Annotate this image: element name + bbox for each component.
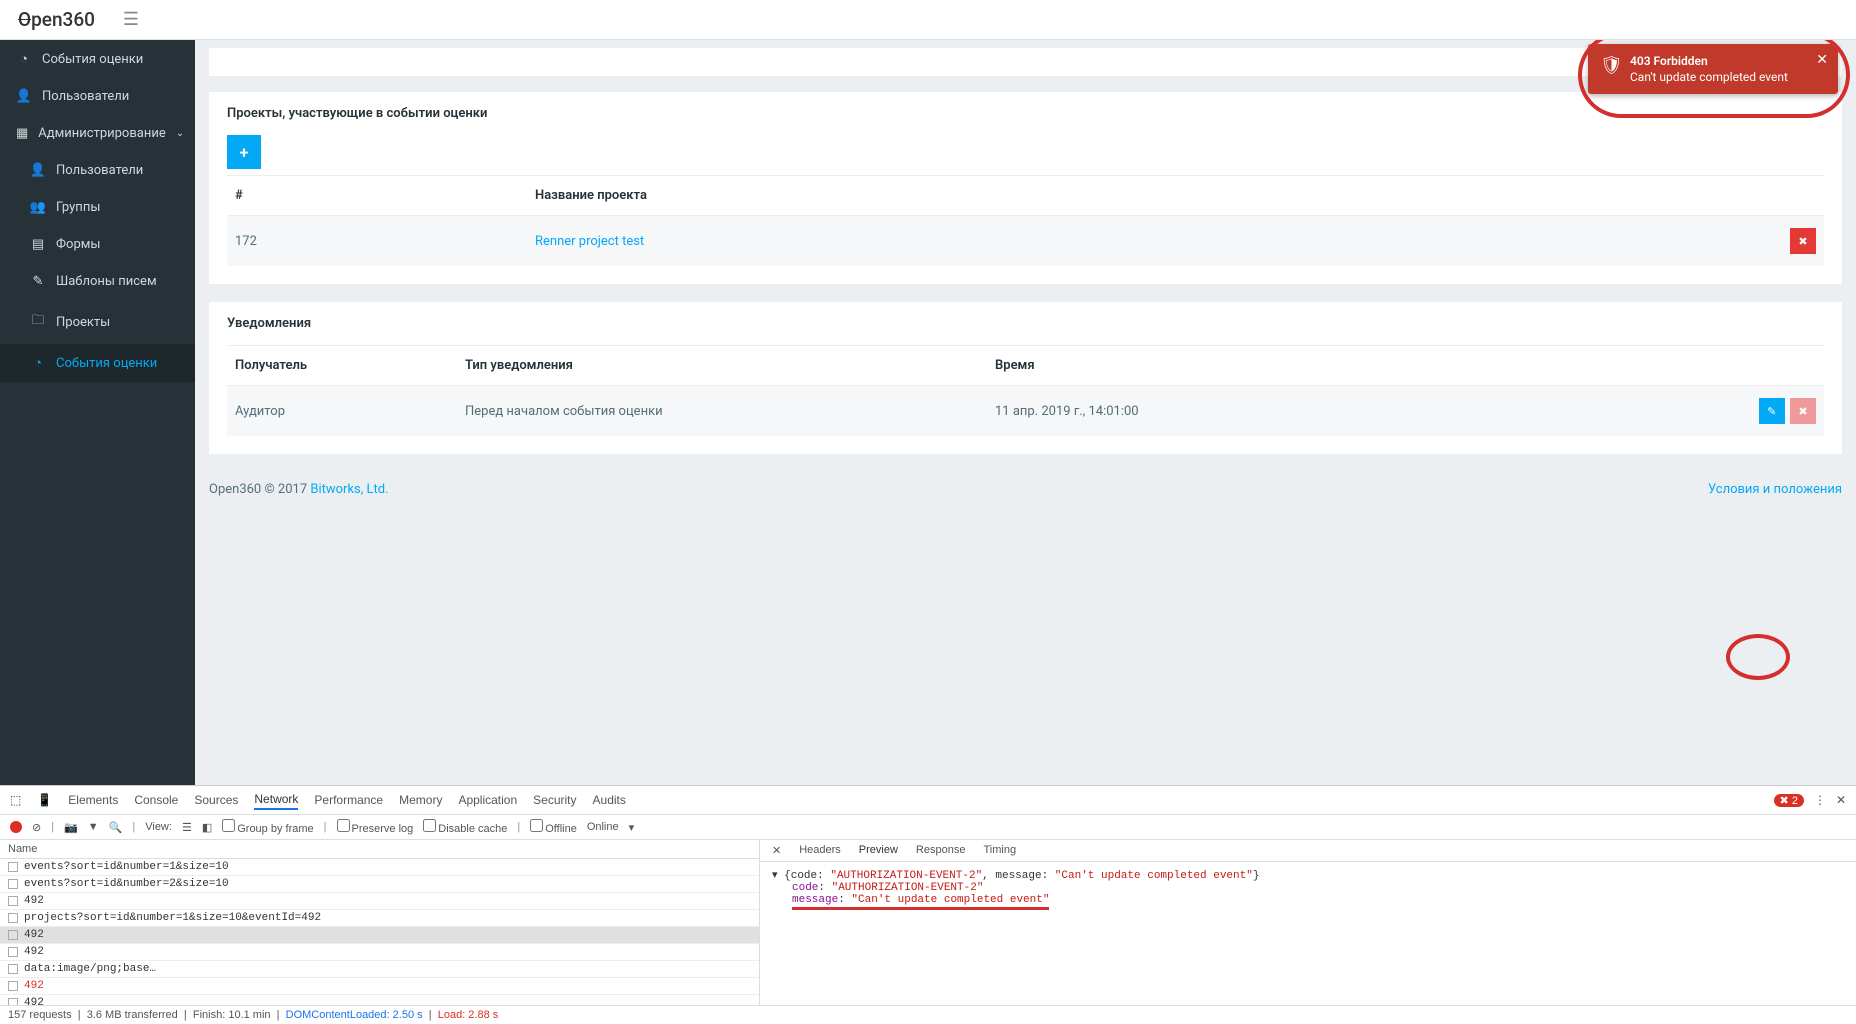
tab-response[interactable]: Response	[916, 844, 966, 857]
table-row: 172 Renner project test ✖	[227, 216, 1824, 267]
shield-icon: 🛡	[1600, 55, 1623, 76]
notify-type: Перед началом события оценки	[457, 386, 987, 437]
tab-preview[interactable]: Preview	[859, 844, 898, 857]
notifications-table: Получатель Тип уведомления Время Аудитор…	[227, 345, 1824, 436]
clock-icon: ◔	[16, 51, 32, 67]
sidebar: ◔События оценки 👤Пользователи ▦Администр…	[0, 40, 195, 785]
users-icon: 👥	[30, 200, 46, 215]
tab-audits[interactable]: Audits	[593, 791, 626, 809]
request-row[interactable]: projects?sort=id&number=1&size=10&eventI…	[0, 910, 759, 927]
brand: Open360	[18, 8, 95, 31]
more-icon[interactable]: ⋮	[1814, 793, 1826, 807]
request-row[interactable]: 492	[0, 944, 759, 961]
device-icon[interactable]: 📱	[37, 793, 52, 807]
tab-security[interactable]: Security	[533, 791, 576, 809]
clear-icon[interactable]: ⊘	[32, 821, 41, 834]
table-row: Аудитор Перед началом события оценки 11 …	[227, 386, 1824, 437]
devtools: ⬚ 📱 Elements Console Sources Network Per…	[0, 785, 1856, 1024]
view2-icon[interactable]: ◧	[202, 821, 212, 834]
sidebar-item-admin-users[interactable]: 👤Пользователи	[0, 152, 195, 189]
tab-headers[interactable]: Headers	[799, 844, 841, 857]
menu-toggle-icon[interactable]: ☰	[123, 9, 139, 30]
search-icon[interactable]: 🔍	[109, 821, 123, 834]
error-badge[interactable]: ✖ 2	[1774, 794, 1804, 807]
request-row[interactable]: events?sort=id&number=1&size=10	[0, 859, 759, 876]
grid-icon: ▦	[16, 126, 28, 141]
annotation-circle	[1726, 634, 1790, 680]
delete-notification-button[interactable]: ✖	[1790, 398, 1816, 424]
dropdown-icon[interactable]: ▾	[629, 821, 635, 834]
sidebar-item-admin-events[interactable]: ◔События оценки	[0, 344, 195, 382]
add-project-button[interactable]: +	[227, 135, 261, 169]
projects-title: Проекты, участвующие в событии оценки	[209, 92, 1842, 135]
col-recipient: Получатель	[227, 346, 457, 386]
network-status-bar: 157 requests | 3.6 MB transferred | Fini…	[0, 1005, 1856, 1024]
project-id: 172	[227, 216, 527, 267]
devtools-tabs: ⬚ 📱 Elements Console Sources Network Per…	[0, 786, 1856, 815]
folder-icon: 🗀	[30, 311, 46, 333]
main-content: Проекты, участвующие в событии оценки + …	[195, 40, 1856, 785]
network-requests: Name events?sort=id&number=1&size=10even…	[0, 840, 760, 1005]
footer: Open360 © 2017 Bitworks, Ltd. Условия и …	[209, 472, 1842, 507]
tab-application[interactable]: Application	[458, 791, 517, 809]
sidebar-item-forms[interactable]: ▤Формы	[0, 226, 195, 263]
toast-title: 403 Forbidden	[1630, 54, 1804, 68]
sidebar-item-projects[interactable]: 🗀Проекты	[0, 300, 195, 344]
projects-panel: Проекты, участвующие в событии оценки + …	[209, 92, 1842, 284]
tab-sources[interactable]: Sources	[194, 791, 238, 809]
network-toolbar: ⊘ | 📷 ▼ 🔍 | View: ☰ ◧ Group by frame | P…	[0, 815, 1856, 840]
terms-link[interactable]: Условия и положения	[1708, 482, 1842, 497]
view-icon[interactable]: ☰	[182, 821, 192, 834]
request-row[interactable]: 492	[0, 995, 759, 1005]
col-time: Время	[987, 346, 1744, 386]
camera-icon[interactable]: 📷	[64, 821, 78, 834]
request-row[interactable]: 492	[0, 927, 759, 944]
clock-icon: ◔	[30, 355, 46, 371]
col-type: Тип уведомления	[457, 346, 987, 386]
filter-icon[interactable]: ▼	[88, 821, 99, 833]
request-row[interactable]: 492	[0, 893, 759, 910]
request-row[interactable]: 492	[0, 978, 759, 995]
project-link[interactable]: Renner project test	[535, 234, 644, 249]
edit-notification-button[interactable]: ✎	[1759, 398, 1785, 424]
toast-message: Can't update completed event	[1630, 70, 1804, 84]
chevron-down-icon: ⌄	[176, 128, 184, 139]
request-row[interactable]: events?sort=id&number=2&size=10	[0, 876, 759, 893]
topbar: Open360 ☰	[0, 0, 1856, 40]
projects-table: # Название проекта 172 Renner project te…	[227, 175, 1824, 266]
tab-elements[interactable]: Elements	[68, 791, 118, 809]
error-toast: 🛡 403 Forbidden Can't update completed e…	[1588, 44, 1838, 94]
request-row[interactable]: data:image/png;base…	[0, 961, 759, 978]
record-icon[interactable]	[10, 821, 22, 833]
sidebar-item-templates[interactable]: ✎Шаблоны писем	[0, 263, 195, 300]
request-details: ✕ Headers Preview Response Timing ▾ {cod…	[760, 840, 1856, 1005]
close-panel-icon[interactable]: ✕	[772, 844, 781, 857]
inspect-icon[interactable]: ⬚	[10, 793, 21, 807]
col-id: #	[227, 176, 527, 216]
notify-time: 11 апр. 2019 г., 14:01:00	[987, 386, 1744, 437]
close-devtools-icon[interactable]: ✕	[1836, 793, 1846, 807]
tab-console[interactable]: Console	[134, 791, 178, 809]
sidebar-item-groups[interactable]: 👥Группы	[0, 189, 195, 226]
company-link[interactable]: Bitworks, Ltd.	[310, 482, 388, 497]
delete-project-button[interactable]: ✖	[1790, 228, 1816, 254]
tab-timing[interactable]: Timing	[983, 844, 1016, 857]
tab-performance[interactable]: Performance	[314, 791, 383, 809]
notify-recipient: Аудитор	[227, 386, 457, 437]
json-preview: ▾ {code: "AUTHORIZATION-EVENT-2", messag…	[760, 862, 1856, 916]
form-icon: ▤	[30, 237, 46, 252]
sidebar-item-users[interactable]: 👤Пользователи	[0, 78, 195, 115]
tab-network[interactable]: Network	[254, 790, 298, 810]
user-icon: 👤	[30, 163, 46, 178]
edit-icon: ✎	[30, 274, 46, 289]
tab-memory[interactable]: Memory	[399, 791, 442, 809]
notifications-title: Уведомления	[209, 302, 1842, 345]
col-name: Название проекта	[527, 176, 1774, 216]
close-icon[interactable]: ✕	[1816, 52, 1828, 68]
sidebar-item-admin[interactable]: ▦Администрирование⌄	[0, 115, 195, 152]
sidebar-item-events[interactable]: ◔События оценки	[0, 40, 195, 78]
notifications-panel: Уведомления Получатель Тип уведомления В…	[209, 302, 1842, 454]
user-icon: 👤	[16, 89, 32, 104]
name-column: Name	[0, 840, 759, 859]
